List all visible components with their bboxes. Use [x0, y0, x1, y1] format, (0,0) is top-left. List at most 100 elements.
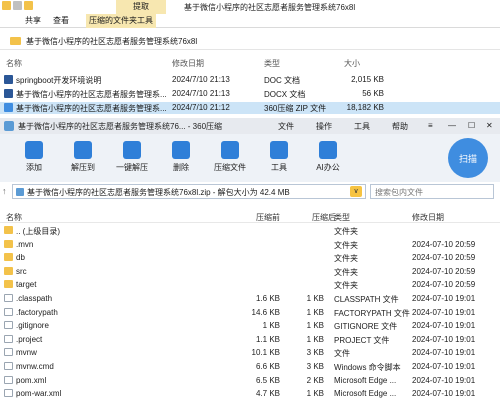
new-folder-icon[interactable] — [24, 1, 33, 10]
ai-icon — [319, 141, 337, 159]
tab-compressed-folder-tools[interactable]: 压缩的文件夹工具 — [86, 14, 156, 28]
file-modified: 2024/7/10 21:13 — [172, 75, 230, 84]
toolbar-button-add[interactable]: 添加 — [12, 138, 56, 178]
entry-name: mvnw.cmd — [16, 362, 54, 371]
entry-modified: 2024-07-10 19:01 — [412, 294, 476, 303]
list-item[interactable]: .gitignore 1 KB 1 KB GITIGNORE 文件 2024-07-10… — [0, 319, 500, 332]
entry-original-size: 6.5 KB — [255, 375, 280, 385]
menu-tools[interactable]: 工具 — [354, 121, 370, 132]
file-icon — [4, 321, 13, 330]
folder-icon — [4, 266, 13, 275]
file-icon — [4, 362, 13, 370]
up-arrow-icon[interactable]: ↑ — [2, 186, 7, 196]
file-icon — [4, 89, 13, 98]
list-item[interactable]: pom.xml 6.5 KB 2 KB Microsoft Edge ... 2024-… — [0, 374, 500, 387]
list-item[interactable]: db 文件夹 2024-07-10 20:59 — [0, 251, 500, 264]
menu-operate[interactable]: 操作 — [316, 121, 332, 132]
entry-name: src — [16, 266, 27, 276]
explorer-ribbon-tabs: 共享 查看 压缩的文件夹工具 — [0, 14, 500, 28]
archive-path-field[interactable]: 基于微信小程序的社区志愿者服务管理系统76x8l.zip - 解包大小为 42.… — [12, 184, 366, 199]
menu-icon[interactable]: ≡ — [428, 121, 433, 130]
menu-help[interactable]: 帮助 — [392, 121, 408, 132]
table-row[interactable]: 基于微信小程序的社区志愿者服务管理系... 2024/7/10 21:12 360压… — [0, 102, 500, 114]
entry-packed-size: 1 KB — [306, 321, 324, 331]
entry-packed-size: 1 KB — [306, 294, 324, 303]
toolbar-button-extract[interactable]: 解压到 — [61, 138, 105, 178]
column-modified[interactable]: 修改日期 — [412, 212, 444, 223]
table-row[interactable]: springboot开发环境说明 2024/7/10 21:13 DOC 文档 2,0… — [0, 74, 500, 86]
entry-modified: 2024-07-10 19:01 — [412, 348, 476, 358]
explorer-title-bar: 提取 基于微信小程序的社区志愿者服务管理系统76x8l — [0, 0, 500, 14]
folder-icon — [4, 253, 13, 262]
close-icon[interactable]: ✕ — [486, 121, 493, 130]
toolbar-button-label: 工具 — [271, 163, 287, 172]
explorer-address-bar[interactable]: 基于微信小程序的社区志愿者服务管理系统76x8l — [0, 34, 500, 50]
tab-share[interactable]: 共享 — [22, 14, 44, 28]
file-type: 360压缩 ZIP 文件 — [264, 104, 327, 113]
list-item[interactable]: target 文件夹 2024-07-10 20:59 — [0, 278, 500, 291]
toolbar-button-one-click-extract[interactable]: 一键解压 — [110, 138, 154, 178]
entry-original-size: 1.6 KB — [255, 294, 280, 303]
file-modified: 2024/7/10 21:12 — [172, 103, 230, 112]
context-tab-extract[interactable]: 提取 — [116, 0, 166, 14]
list-item[interactable]: .project 1.1 KB 1 KB PROJECT 文件 2024-07-10 1… — [0, 333, 500, 346]
entry-modified: 2024-07-10 19:01 — [412, 307, 476, 317]
zip-path-bar: ↑ 基于微信小程序的社区志愿者服务管理系统76x8l.zip - 解包大小为 4… — [0, 184, 500, 200]
toolbar-button-tools[interactable]: 工具 — [257, 138, 301, 178]
entry-modified: 2024-07-10 20:59 — [412, 266, 476, 276]
list-item[interactable]: mvnw 10.1 KB 3 KB 文件 2024-07-10 19:01 — [0, 346, 500, 359]
table-row[interactable]: 基于微信小程序的社区志愿者服务管理系... 2024/7/10 21:13 DOCX… — [0, 88, 500, 100]
column-name[interactable]: 名称 — [6, 212, 22, 223]
delete-icon — [172, 141, 190, 159]
file-modified: 2024/7/10 21:13 — [172, 89, 230, 98]
toolbar-button-ai[interactable]: AI办公 — [306, 138, 350, 178]
list-item[interactable]: .classpath 1.6 KB 1 KB CLASSPATH 文件 2024-07-… — [0, 292, 500, 305]
column-packed-size[interactable]: 压缩后 — [312, 212, 336, 223]
file-icon — [4, 389, 13, 398]
address-path[interactable]: 基于微信小程序的社区志愿者服务管理系统76x8l — [26, 36, 197, 47]
entry-type: PROJECT 文件 — [334, 335, 390, 345]
search-input[interactable]: 搜索包内文件 — [370, 184, 494, 199]
maximize-icon[interactable]: ☐ — [468, 121, 475, 130]
dropdown-icon[interactable]: ∨ — [350, 186, 362, 197]
entry-modified: 2024-07-10 19:01 — [412, 321, 476, 331]
list-item[interactable]: .factorypath 14.6 KB 1 KB FACTORYPATH 文件 202… — [0, 306, 500, 319]
list-item[interactable]: .. (上级目录) 文件夹 — [0, 224, 500, 237]
zip-column-headers: 名称 压缩前 压缩后 类型 修改日期 — [0, 210, 500, 223]
entry-name: .factorypath — [16, 307, 58, 317]
minimize-icon[interactable]: — — [448, 121, 456, 130]
entry-type: 文件夹 — [334, 281, 358, 291]
entry-original-size: 6.6 KB — [255, 362, 280, 371]
zip-window-title: 基于微信小程序的社区志愿者服务管理系统76... - 360压缩 — [18, 122, 223, 131]
entry-original-size: 4.7 KB — [255, 389, 280, 399]
entry-type: 文件夹 — [334, 227, 358, 236]
toolbar-button-delete[interactable]: 删除 — [159, 138, 203, 178]
toolbar-button-label: 压缩文件 — [214, 163, 246, 172]
file-icon — [4, 348, 13, 357]
column-original-size[interactable]: 压缩前 — [256, 212, 280, 223]
archive-path-text: 基于微信小程序的社区志愿者服务管理系统76x8l.zip - 解包大小为 42.… — [27, 188, 290, 197]
column-name[interactable]: 名称 — [6, 58, 22, 69]
file-icon — [4, 307, 13, 316]
toolbar-button-compress[interactable]: 压缩文件 — [208, 138, 252, 178]
scan-button[interactable]: 扫描 — [448, 138, 488, 178]
menu-file[interactable]: 文件 — [278, 121, 294, 132]
list-item[interactable]: src 文件夹 2024-07-10 20:59 — [0, 265, 500, 278]
column-size[interactable]: 大小 — [344, 58, 360, 69]
zip-window: 基于微信小程序的社区志愿者服务管理系统76... - 360压缩 文件 操作 工… — [0, 118, 500, 401]
tab-view[interactable]: 查看 — [50, 14, 72, 28]
entry-name: db — [16, 253, 25, 263]
list-item[interactable]: pom-war.xml 4.7 KB 1 KB Microsoft Edge ... 2… — [0, 387, 500, 400]
file-icon — [4, 294, 13, 302]
properties-icon[interactable] — [13, 1, 22, 10]
column-type[interactable]: 类型 — [334, 212, 350, 223]
list-item[interactable]: mvnw.cmd 6.6 KB 3 KB Windows 命令脚本 2024-07-10… — [0, 360, 500, 373]
file-type: DOCX 文档 — [264, 90, 306, 99]
column-modified[interactable]: 修改日期 — [172, 58, 204, 69]
entry-packed-size: 3 KB — [306, 348, 324, 358]
list-item[interactable]: .mvn 文件夹 2024-07-10 20:59 — [0, 238, 500, 251]
entry-name: .mvn — [16, 239, 34, 249]
entry-name: .classpath — [16, 294, 53, 303]
quick-access-toolbar[interactable] — [2, 1, 33, 10]
column-type[interactable]: 类型 — [264, 58, 280, 69]
